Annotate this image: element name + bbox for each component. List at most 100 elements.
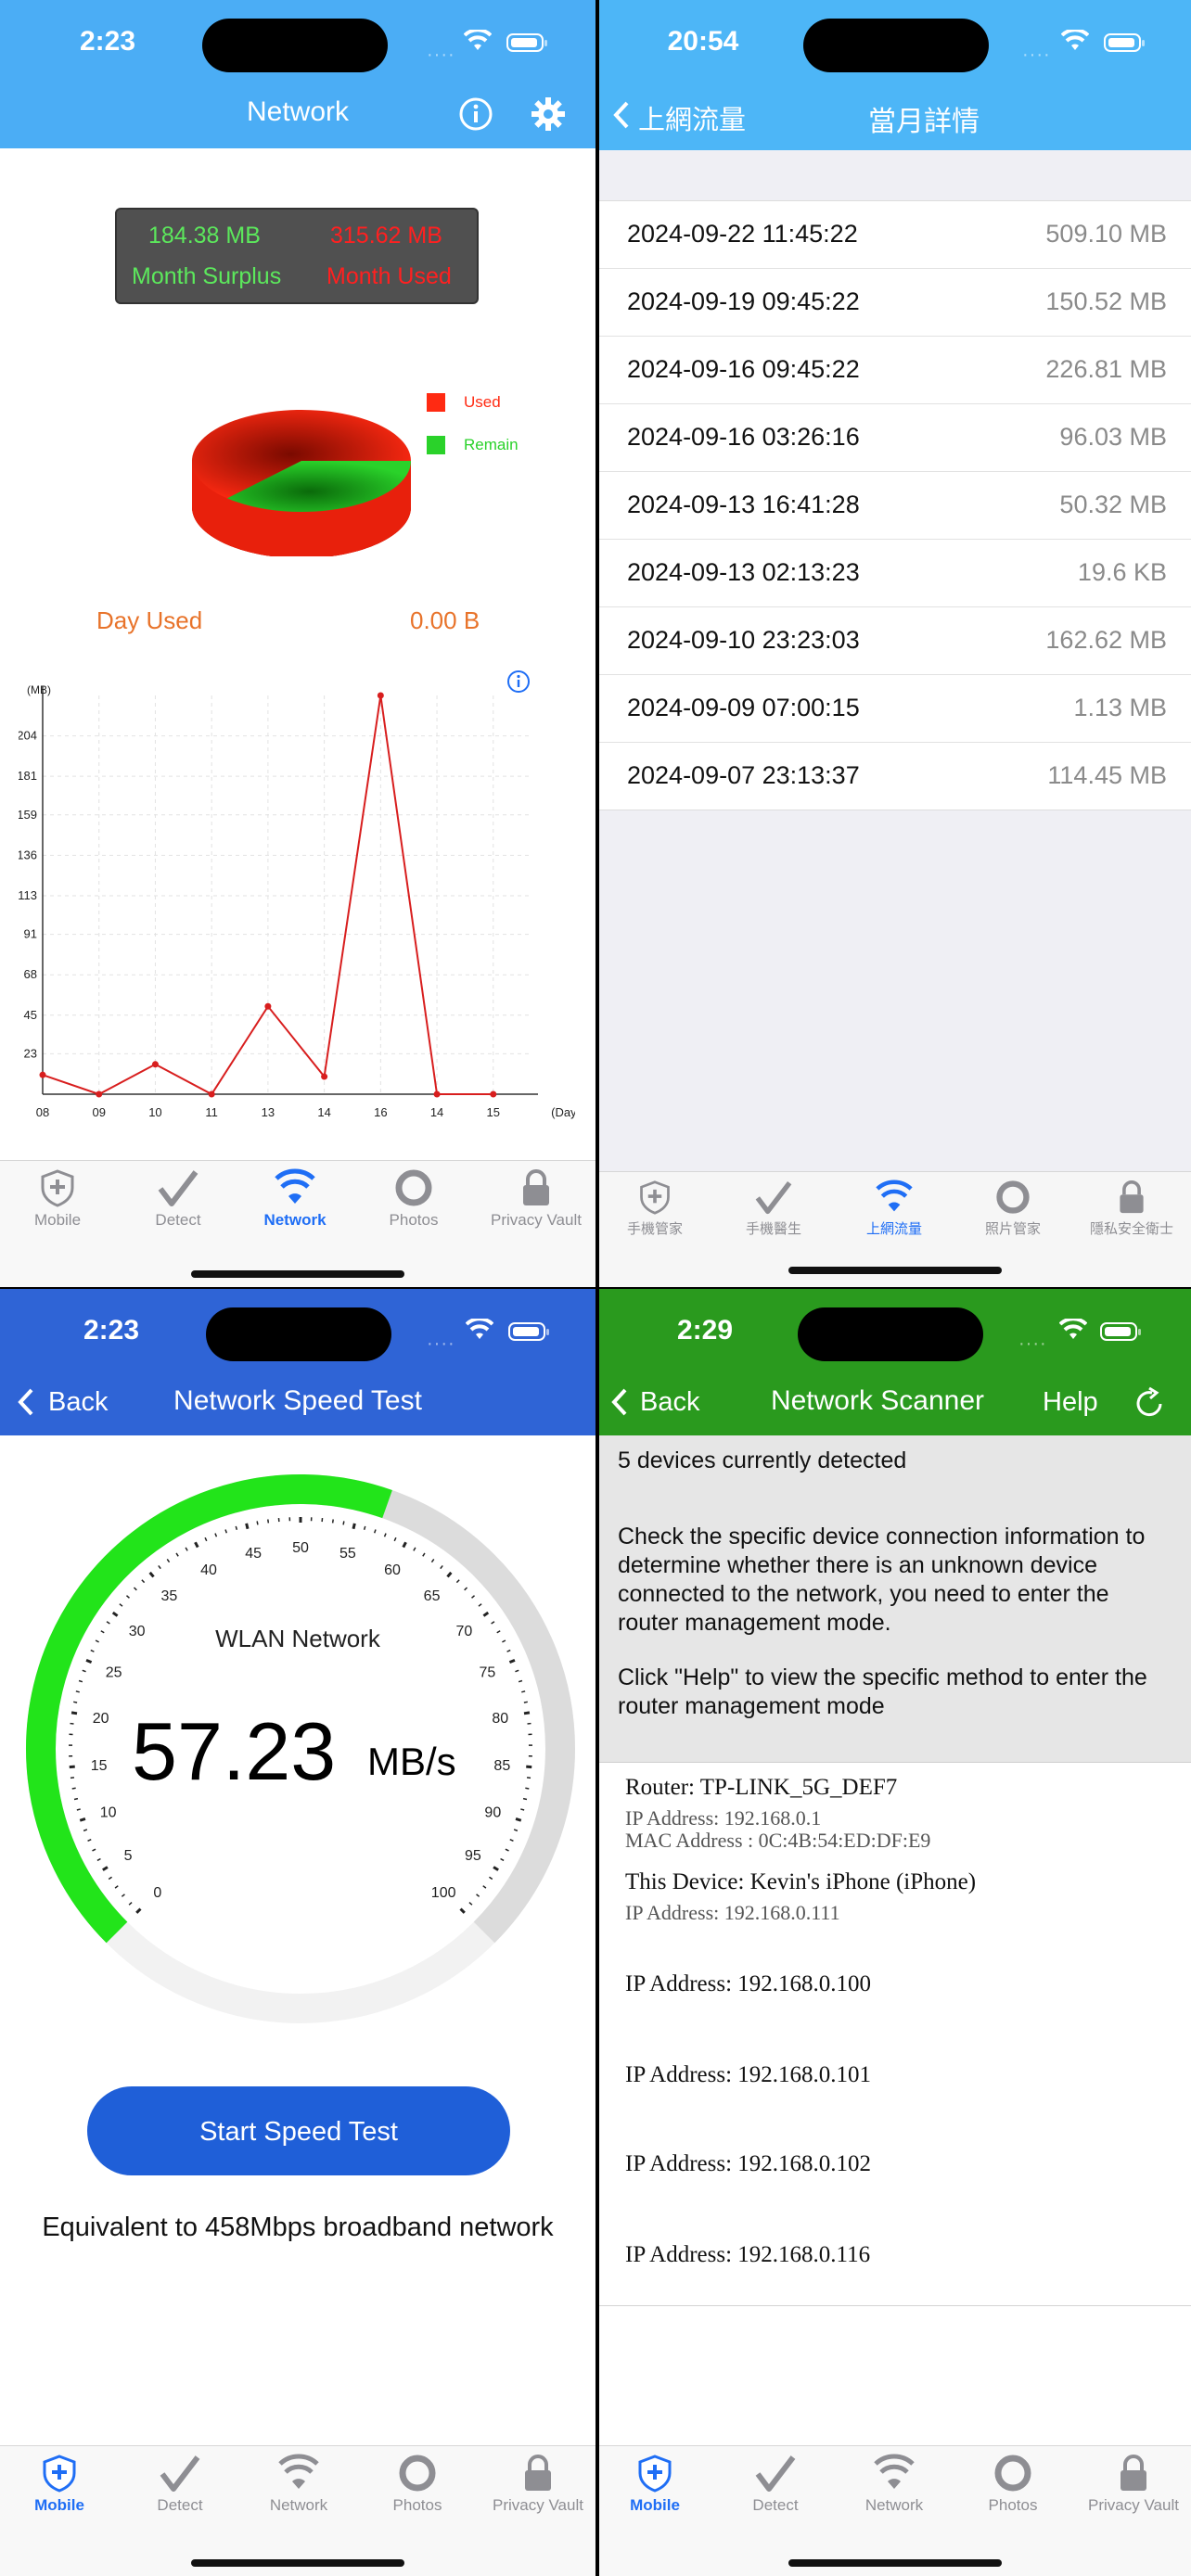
gauge-tick [175, 1552, 179, 1557]
page-title: 當月詳情 [868, 107, 980, 137]
tab-detect[interactable]: Detect [720, 2454, 831, 2515]
gauge-tick-label: 10 [100, 1804, 117, 1820]
gauge-tick [141, 1579, 146, 1584]
tab-label: Privacy Vault [493, 2496, 583, 2514]
device-row[interactable]: IP Address: 192.168.0.100 [599, 1944, 1191, 2035]
record-value: 114.45 MB [1047, 761, 1167, 789]
tab-privacy-vault[interactable]: Privacy Vault [1078, 2454, 1189, 2515]
tab-privacy-vault[interactable]: Privacy Vault [480, 1168, 592, 1230]
gauge-tick [148, 1571, 155, 1578]
gauge-tick-label: 5 [124, 1848, 133, 1864]
tab-label: 上網流量 [865, 1221, 922, 1237]
gauge-tick [71, 1787, 76, 1790]
device-ip: IP Address: 192.168.0.102 [625, 2151, 872, 2176]
gauge-tick-label: 80 [492, 1711, 508, 1727]
legend-used-swatch [427, 393, 445, 412]
gauge-tick [508, 1658, 516, 1664]
tab-network[interactable]: Network [239, 1168, 351, 1230]
list-item[interactable]: 2024-09-16 09:45:22 226.81 MB [599, 337, 1191, 404]
tab-label: 照片管家 [984, 1221, 1041, 1237]
start-speed-test-button[interactable]: Start Speed Test [87, 2086, 510, 2175]
list-item[interactable]: 2024-09-10 23:23:03 162.62 MB [599, 607, 1191, 675]
gauge-tick-label: 100 [431, 1885, 456, 1901]
list-item[interactable]: 2024-09-13 02:13:23 19.6 KB [599, 540, 1191, 607]
checkmark-icon [755, 1180, 792, 1215]
refresh-icon[interactable] [1132, 1385, 1167, 1421]
tab-detect[interactable]: Detect [122, 1168, 234, 1230]
status-time: 2:23 [83, 1315, 140, 1345]
device-row[interactable]: IP Address: 192.168.0.101 [599, 2034, 1191, 2124]
tab-phone-doctor[interactable]: 手機醫生 [718, 1180, 829, 1238]
gauge-tick-label: 50 [292, 1540, 309, 1556]
help-button[interactable]: Help [1043, 1387, 1098, 1418]
tab-label: Mobile [33, 1211, 82, 1229]
gauge-tick [96, 1857, 101, 1862]
tab-privacy-guard[interactable]: 隱私安全衛士 [1076, 1180, 1187, 1238]
list-item[interactable]: 2024-09-13 16:41:28 50.32 MB [599, 472, 1191, 540]
list-item[interactable]: 2024-09-19 09:45:22 150.52 MB [599, 269, 1191, 337]
tab-photos[interactable]: Photos [358, 1168, 469, 1230]
usage-pie-chart [192, 410, 411, 556]
device-row-this-device[interactable]: This Device: Kevin's iPhone (iPhone) IP … [599, 1855, 1191, 1945]
tab-mobile[interactable]: Mobile [4, 2454, 115, 2515]
gauge-tick-label: 25 [106, 1665, 122, 1681]
tab-mobile[interactable]: Mobile [2, 1168, 113, 1230]
wifi-icon [876, 1180, 913, 1212]
device-row-router[interactable]: Router: TP-LINK_5G_DEF7 IP Address: 192.… [599, 1764, 1191, 1855]
y-tick-label: 181 [19, 769, 37, 783]
list-item[interactable]: 2024-09-07 23:13:37 114.45 MB [599, 743, 1191, 810]
signal-icon: ···· [1018, 1333, 1047, 1354]
info-icon[interactable] [458, 96, 493, 132]
gauge-tick [505, 1848, 509, 1852]
wifi-status-icon [466, 1319, 493, 1339]
tab-network[interactable]: Network [243, 2454, 354, 2515]
help-instructions-text: Click "Help" to view the specific method… [618, 1664, 1147, 1719]
back-label: Back [640, 1387, 700, 1417]
gauge-tick [500, 1857, 505, 1862]
y-axis-label: (MB) [27, 683, 51, 696]
ring-icon [994, 2455, 1031, 2492]
tab-mobile[interactable]: Mobile [599, 2454, 711, 2515]
status-time: 2:29 [676, 1315, 734, 1345]
tab-label: Photos [389, 1211, 439, 1229]
device-row[interactable]: IP Address: 192.168.0.102 [599, 2123, 1191, 2215]
list-item[interactable]: 2024-09-16 03:26:16 96.03 MB [599, 404, 1191, 472]
device-row[interactable]: IP Address: 192.168.0.116 [599, 2214, 1191, 2306]
shield-plus-icon [43, 2455, 76, 2493]
gauge-tick [446, 1571, 453, 1578]
tab-photos[interactable]: Photos [362, 2454, 473, 2515]
gauge-tick [79, 1817, 86, 1822]
gauge-tick [70, 1711, 78, 1715]
x-tick-label: 10 [148, 1105, 161, 1119]
gauge-tick [464, 1587, 468, 1591]
tab-photos[interactable]: Photos [957, 2454, 1069, 2515]
x-tick-label: 14 [317, 1105, 330, 1119]
usage-records-list: 2024-09-22 11:45:22 509.10 MB 2024-09-19 … [599, 200, 1191, 810]
gear-icon[interactable] [531, 96, 566, 132]
tab-data-usage[interactable]: 上網流量 [839, 1180, 950, 1238]
list-item[interactable]: 2024-09-22 11:45:22 509.10 MB [599, 201, 1191, 269]
tab-network[interactable]: Network [839, 2454, 950, 2515]
lock-icon [525, 2455, 551, 2491]
tab-privacy-vault[interactable]: Privacy Vault [482, 2454, 594, 2515]
this-device-ip: IP Address: 192.168.0.111 [625, 1901, 840, 1924]
gauge-tick [383, 1533, 387, 1537]
tab-detect[interactable]: Detect [124, 2454, 236, 2515]
back-button[interactable]: Back [607, 1384, 709, 1421]
x-tick-label: 13 [262, 1105, 275, 1119]
gauge-tick [92, 1848, 96, 1852]
gauge-tick [440, 1565, 443, 1570]
chevron-left-icon [611, 1388, 627, 1416]
record-value: 509.10 MB [1045, 220, 1167, 248]
gauge-tick [108, 1876, 112, 1881]
gauge-tick [125, 1595, 130, 1599]
list-item[interactable]: 2024-09-09 07:00:15 1.13 MB [599, 675, 1191, 743]
tab-phone-manager[interactable]: 手機管家 [599, 1180, 711, 1238]
battery-icon [506, 33, 547, 52]
tab-photo-manager[interactable]: 照片管家 [957, 1180, 1069, 1238]
x-tick-label: 15 [487, 1105, 500, 1119]
network-scanner-screen: 2:29 ···· Back Network Scanner Help 5 de… [599, 1289, 1191, 2576]
gauge-tick [393, 1537, 397, 1542]
y-tick-label: 113 [19, 888, 37, 902]
y-tick-label: 204 [19, 729, 37, 743]
